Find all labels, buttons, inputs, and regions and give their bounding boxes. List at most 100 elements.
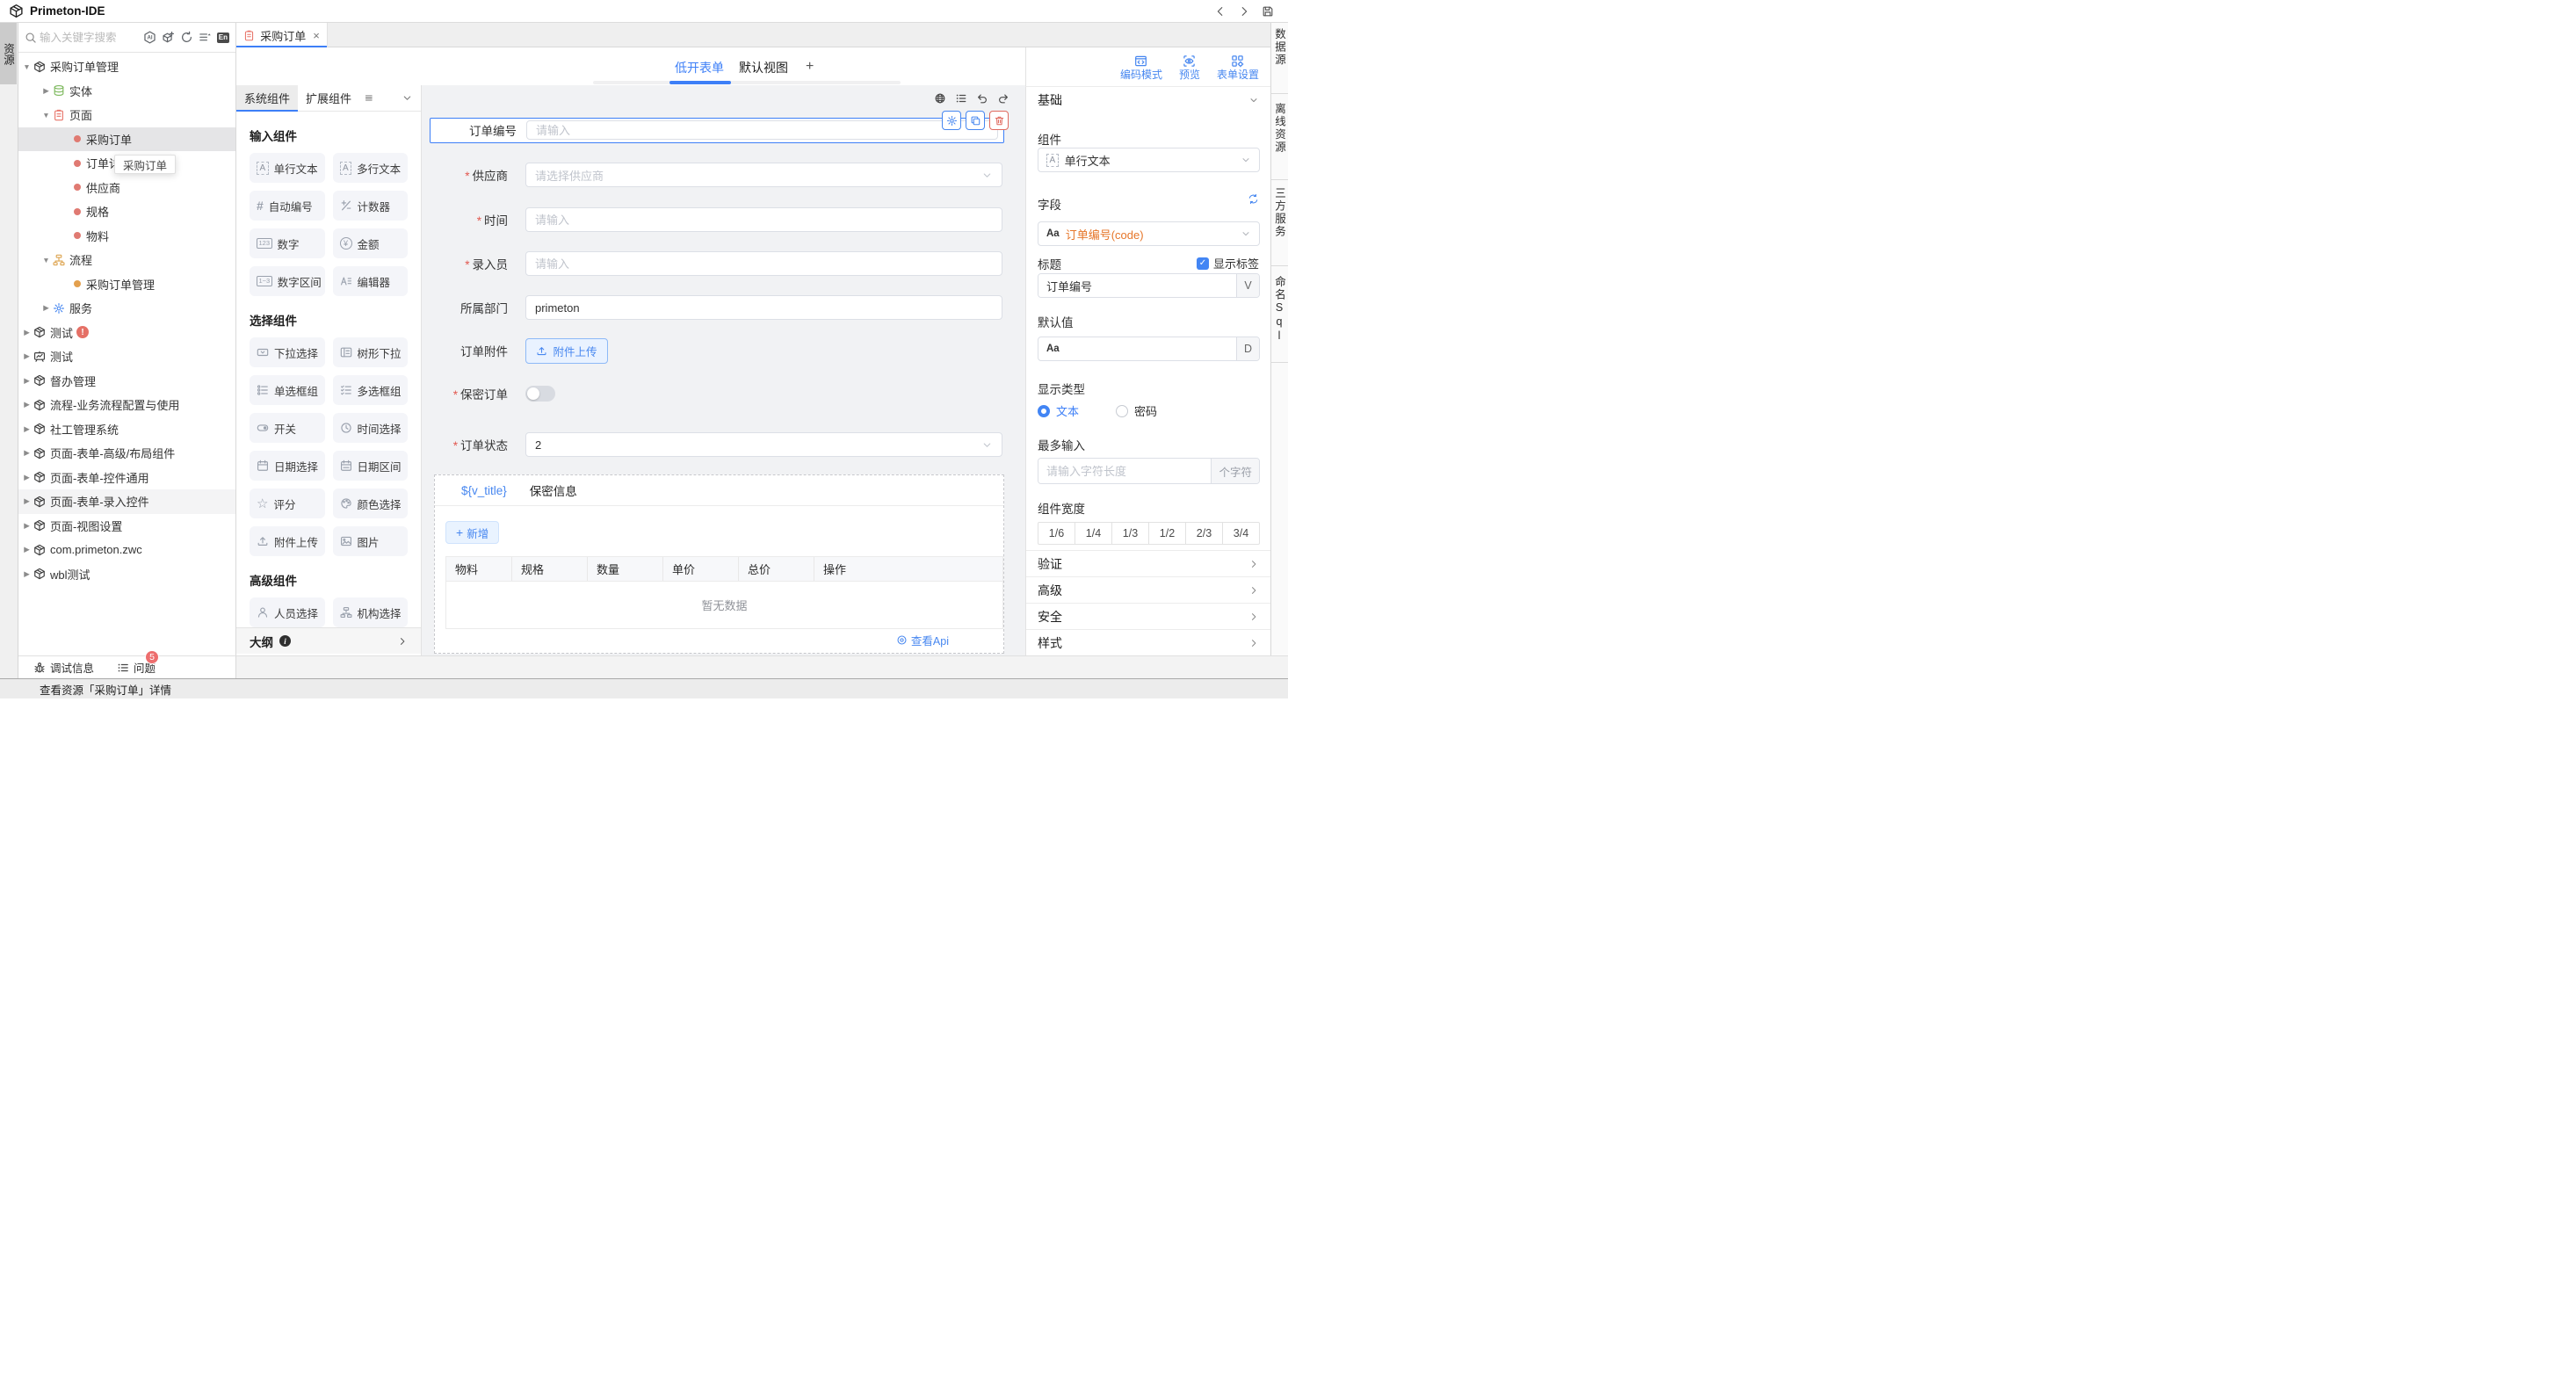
translate-icon[interactable]: En — [217, 33, 229, 43]
toggle-switch-off[interactable] — [525, 386, 555, 402]
field-input[interactable] — [525, 251, 1002, 276]
palette-item-editor[interactable]: 编辑器 — [333, 266, 409, 296]
width-option-1-3[interactable]: 1/3 — [1112, 523, 1149, 544]
palette-item-image[interactable]: 图片 — [333, 526, 409, 556]
rail-tab-3[interactable]: 三方服务 — [1271, 187, 1288, 265]
view-tab-1[interactable]: 低开表单 — [675, 59, 724, 76]
collapse-arrow-icon[interactable]: ▶ — [22, 448, 32, 458]
search-input[interactable] — [40, 32, 141, 44]
tree-item-15[interactable]: ▶流程-业务流程配置与使用 — [18, 393, 235, 417]
debug-info-button[interactable]: 调试信息 — [33, 659, 94, 676]
expand-arrow-icon[interactable]: ▼ — [41, 111, 51, 119]
cube-plus-icon[interactable] — [162, 31, 175, 44]
form-settings-button[interactable]: 表单设置 — [1217, 54, 1259, 80]
rail-tab-resources[interactable]: 资源 — [0, 23, 17, 84]
tree-item-20[interactable]: ▶页面-视图设置 — [18, 514, 235, 539]
expand-arrow-icon[interactable]: ▼ — [41, 256, 51, 264]
tree-item-16[interactable]: ▶社工管理系统 — [18, 417, 235, 442]
tree-item-12[interactable]: ▶测试! — [18, 321, 235, 345]
palette-item-counter[interactable]: 计数器 — [333, 191, 409, 221]
upload-button[interactable]: 附件上传 — [525, 338, 608, 364]
collapse-arrow-icon[interactable]: ▶ — [22, 569, 32, 579]
tab-purchase-order[interactable]: 采购订单 × — [236, 23, 328, 47]
palette-item-org[interactable]: 机构选择 — [333, 597, 409, 627]
palette-item-palette[interactable]: 颜色选择 — [333, 489, 409, 518]
tree-item-18[interactable]: ▶页面-表单-控件通用 — [18, 466, 235, 490]
palette-item-switch[interactable]: 开关 — [250, 413, 325, 443]
add-row-button[interactable]: + 新增 — [445, 521, 499, 544]
rail-tab-1[interactable]: 数据源 — [1271, 28, 1288, 93]
palette-item-radiolist[interactable]: 单选框组 — [250, 375, 325, 405]
accordion-高级[interactable]: 高级 — [1026, 576, 1270, 603]
refresh-icon[interactable] — [180, 31, 193, 44]
tree-item-6[interactable]: 供应商 — [18, 176, 235, 200]
tree-item-21[interactable]: ▶com.primeton.zwc — [18, 538, 235, 562]
field-input[interactable] — [525, 207, 1002, 232]
field-input[interactable] — [525, 295, 1002, 320]
default-value-text[interactable]: Aa — [1038, 337, 1236, 360]
collapse-arrow-icon[interactable]: ▶ — [22, 496, 32, 506]
palette-item-clock[interactable]: 时间选择 — [333, 413, 409, 443]
subform-tab-vtitle[interactable]: ${v_title} — [461, 484, 507, 497]
undo-icon[interactable] — [976, 92, 988, 105]
sort-list-icon[interactable] — [199, 31, 212, 44]
collapse-arrow-icon[interactable]: ▶ — [22, 521, 32, 531]
palette-item-person[interactable]: 人员选择 — [250, 597, 325, 627]
radio-option[interactable]: 密码 — [1116, 402, 1157, 419]
palette-item-text-a[interactable]: A单行文本 — [250, 153, 325, 183]
collapse-arrow-icon[interactable]: ▶ — [41, 303, 51, 313]
component-select[interactable]: A 单行文本 — [1038, 148, 1260, 172]
field-input[interactable] — [526, 120, 998, 140]
width-option-1-2[interactable]: 1/2 — [1149, 523, 1186, 544]
problems-button[interactable]: 问题 5 — [117, 659, 156, 676]
copy-button[interactable] — [966, 111, 985, 130]
width-option-2-3[interactable]: 2/3 — [1186, 523, 1223, 544]
tree-item-10[interactable]: 采购订单管理 — [18, 272, 235, 297]
outline-bar[interactable]: 大纲 i — [236, 627, 421, 654]
collapse-arrow-icon[interactable]: ▶ — [22, 545, 32, 554]
selected-field-row[interactable]: 订单编号 — [430, 118, 1004, 143]
structure-icon[interactable] — [955, 92, 967, 105]
radio-selected[interactable]: 文本 — [1038, 402, 1079, 419]
collapse-arrow-icon[interactable]: ▶ — [22, 376, 32, 386]
default-addon-d[interactable]: D — [1236, 337, 1259, 360]
tree-item-17[interactable]: ▶页面-表单-高级/布局组件 — [18, 441, 235, 466]
tree-item-4[interactable]: 采购订单 — [18, 127, 235, 152]
palette-item-textarea-a[interactable]: A多行文本 — [333, 153, 409, 183]
palette-item-star[interactable]: ☆评分 — [250, 489, 325, 518]
add-view-tab-button[interactable]: + — [806, 59, 814, 75]
collapse-arrow-icon[interactable]: ▶ — [22, 351, 32, 361]
max-input-field[interactable] — [1038, 459, 1211, 483]
sync-icon[interactable] — [1248, 193, 1259, 205]
palette-item-hash[interactable]: #自动编号 — [250, 191, 325, 221]
title-addon-v[interactable]: V — [1236, 274, 1259, 297]
delete-button[interactable] — [989, 111, 1009, 130]
palette-item-checklist[interactable]: 多选框组 — [333, 375, 409, 405]
expand-arrow-icon[interactable]: ▼ — [22, 62, 32, 71]
globe-icon[interactable] — [934, 92, 946, 105]
palette-item-range13[interactable]: 1~3数字区间 — [250, 266, 325, 296]
width-option-1-4[interactable]: 1/4 — [1075, 523, 1112, 544]
tree-item-13[interactable]: ▶测试 — [18, 344, 235, 369]
close-icon[interactable]: × — [313, 29, 320, 42]
rail-tab-2[interactable]: 离线资源 — [1271, 103, 1288, 179]
tree-item-11[interactable]: ▶服务 — [18, 296, 235, 321]
collapse-arrow-icon[interactable]: ▶ — [41, 86, 51, 96]
collapse-arrow-icon[interactable]: ▶ — [22, 473, 32, 482]
tree-item-7[interactable]: 规格 — [18, 199, 235, 224]
palette-tab-1[interactable]: 系统组件 — [236, 85, 298, 111]
tree-item-2[interactable]: ▶实体 — [18, 79, 235, 104]
palette-item-select[interactable]: 下拉选择 — [250, 337, 325, 367]
title-input[interactable] — [1038, 274, 1236, 297]
collapse-arrow-icon[interactable]: ▶ — [22, 424, 32, 434]
width-option-3-4[interactable]: 3/4 — [1223, 523, 1259, 544]
tree-item-8[interactable]: 物料 — [18, 224, 235, 249]
accordion-安全[interactable]: 安全 — [1026, 603, 1270, 629]
forward-icon[interactable] — [1238, 5, 1250, 18]
view-api-link[interactable]: 查看Api — [896, 632, 949, 648]
palette-item-treeselect[interactable]: 树形下拉 — [333, 337, 409, 367]
settings-button[interactable] — [942, 111, 961, 130]
accordion-样式[interactable]: 样式 — [1026, 629, 1270, 655]
subform-tab-secret[interactable]: 保密信息 — [530, 481, 577, 499]
tree-item-14[interactable]: ▶督办管理 — [18, 369, 235, 394]
